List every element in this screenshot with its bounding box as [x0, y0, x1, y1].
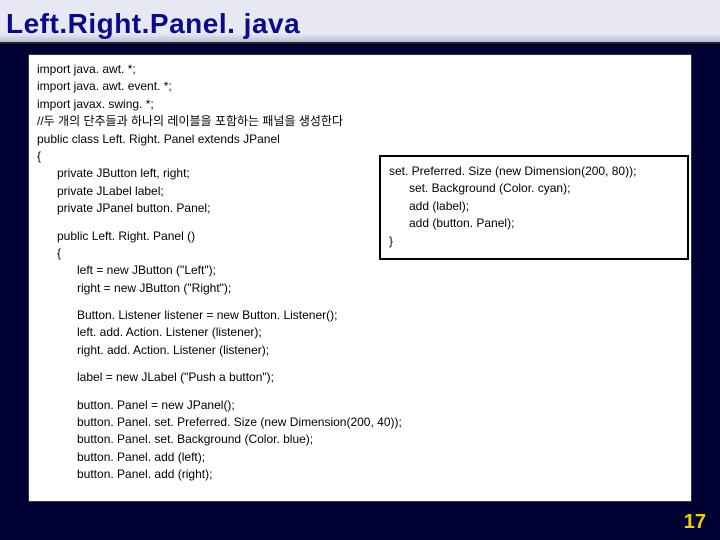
code-line: import javax. swing. *;: [37, 96, 683, 113]
code-line: //두 개의 단추들과 하나의 레이블을 포함하는 패널을 생성한다: [37, 113, 683, 130]
code-line: button. Panel = new JPanel();: [37, 397, 683, 414]
page-title: Left.Right.Panel. java: [0, 0, 720, 44]
code-line: add (button. Panel);: [389, 215, 679, 232]
code-line: add (label);: [389, 198, 679, 215]
code-line: public class Left. Right. Panel extends …: [37, 131, 683, 148]
main-code-box: import java. awt. *; import java. awt. e…: [28, 54, 692, 502]
code-line: import java. awt. event. *;: [37, 78, 683, 95]
code-line: label = new JLabel ("Push a button");: [37, 369, 683, 386]
overlay-code-box: set. Preferred. Size (new Dimension(200,…: [379, 155, 689, 260]
code-line: left = new JButton ("Left");: [37, 262, 683, 279]
slide-body: import java. awt. *; import java. awt. e…: [0, 44, 720, 502]
code-line: Button. Listener listener = new Button. …: [37, 307, 683, 324]
code-line: left. add. Action. Listener (listener);: [37, 324, 683, 341]
code-line: set. Preferred. Size (new Dimension(200,…: [389, 163, 679, 180]
code-line: }: [389, 233, 679, 250]
code-line: set. Background (Color. cyan);: [389, 180, 679, 197]
code-line: button. Panel. add (left);: [37, 449, 683, 466]
code-line: right = new JButton ("Right");: [37, 280, 683, 297]
code-line: button. Panel. set. Background (Color. b…: [37, 431, 683, 448]
code-line: right. add. Action. Listener (listener);: [37, 342, 683, 359]
code-line: button. Panel. add (right);: [37, 466, 683, 483]
code-line: button. Panel. set. Preferred. Size (new…: [37, 414, 683, 431]
page-number: 17: [684, 511, 706, 534]
code-line: import java. awt. *;: [37, 61, 683, 78]
